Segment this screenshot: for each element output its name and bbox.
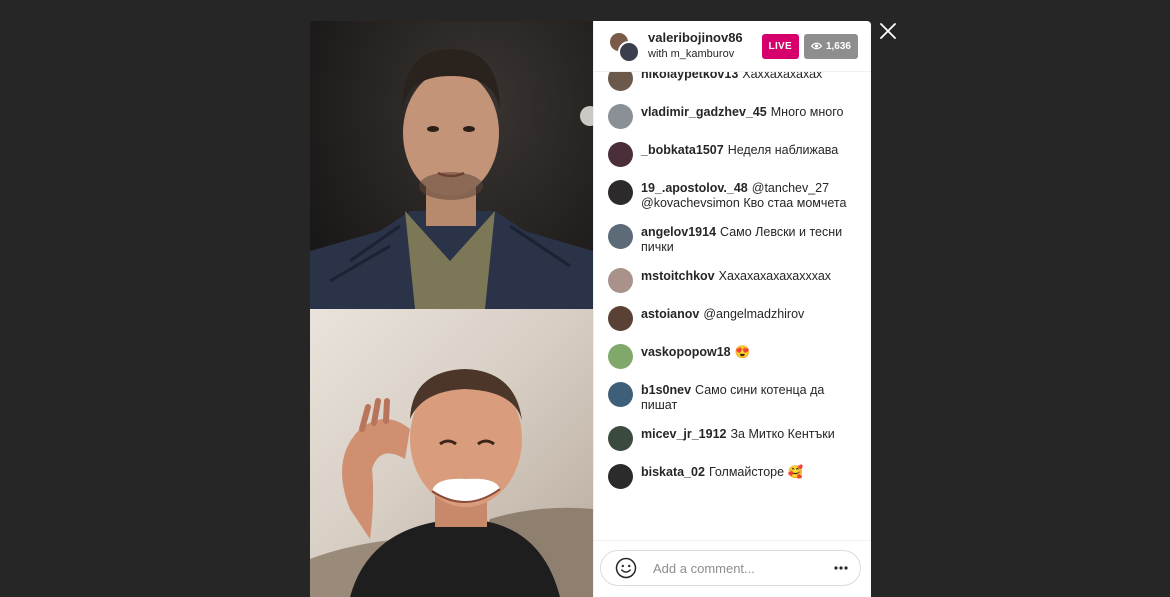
- host-video: [310, 21, 593, 309]
- comment-input[interactable]: [651, 559, 834, 577]
- comment-body: vladimir_gadzhev_45 Много много: [641, 104, 856, 120]
- comment-text: Хаххахахахах: [742, 72, 823, 81]
- comment-username[interactable]: 19_.apostolov._48: [641, 181, 748, 195]
- host-info: valeribojinov86 with m_kamburov: [648, 30, 762, 61]
- comment-item: micev_jr_1912 За Митко Кентъки: [608, 426, 857, 451]
- commenter-avatar[interactable]: [608, 464, 633, 489]
- with-guest-text[interactable]: with m_kamburov: [648, 48, 762, 61]
- commenter-avatar[interactable]: [608, 142, 633, 167]
- comment-item: vaskopopow18 😍: [608, 344, 857, 369]
- comment-item: _bobkata1507 Неделя наближава: [608, 142, 857, 167]
- comment-body: nikolaypetkov13 Хаххахахахах: [641, 72, 856, 82]
- comment-text: За Митко Кентъки: [730, 427, 835, 441]
- comment-text: Неделя наближава: [727, 143, 839, 157]
- comment-item: vladimir_gadzhev_45 Много много: [608, 104, 857, 129]
- comment-body: vaskopopow18 😍: [641, 344, 856, 360]
- comment-item: b1s0nev Само сини котенца да пишат: [608, 382, 857, 413]
- commenter-avatar[interactable]: [608, 180, 633, 205]
- commenter-avatar[interactable]: [608, 306, 633, 331]
- comment-username[interactable]: angelov1914: [641, 225, 716, 239]
- host-video-frame: [310, 49, 593, 309]
- comment-box: [600, 550, 861, 586]
- comment-text: Голмайсторе 🥰: [708, 465, 804, 479]
- live-modal: valeribojinov86 with m_kamburov LIVE 1,6…: [310, 21, 871, 597]
- more-options-icon[interactable]: [834, 566, 848, 570]
- host-avatar-secondary: [618, 41, 640, 63]
- commenter-avatar[interactable]: [608, 224, 633, 249]
- comment-text: Хахахахахахахххах: [718, 269, 832, 283]
- eye-icon: [810, 42, 822, 50]
- comment-body: biskata_02 Голмайсторе 🥰: [641, 464, 856, 480]
- video-area: [310, 21, 593, 597]
- live-badge: LIVE: [761, 33, 799, 59]
- commenter-avatar[interactable]: [608, 426, 633, 451]
- smiley-face-icon[interactable]: [615, 557, 637, 579]
- host-username[interactable]: valeribojinov86: [648, 30, 762, 46]
- comment-item: biskata_02 Голмайсторе 🥰: [608, 464, 857, 489]
- comment-body: mstoitchkov Хахахахахахахххах: [641, 268, 856, 284]
- viewer-count-badge[interactable]: 1,636: [803, 33, 858, 59]
- comment-body: angelov1914 Само Левски и тесни пички: [641, 224, 856, 255]
- guest-video-frame: [310, 369, 593, 597]
- comment-username[interactable]: vaskopopow18: [641, 345, 731, 359]
- comment-item: 19_.apostolov._48 @tanchev_27 @kovachevsi…: [608, 180, 857, 211]
- commenter-avatar[interactable]: [608, 344, 633, 369]
- comment-body: astoianov @angelmadzhirov: [641, 306, 856, 322]
- comment-text: Много много: [770, 105, 844, 119]
- comment-body: micev_jr_1912 За Митко Кентъки: [641, 426, 856, 442]
- comment-username[interactable]: micev_jr_1912: [641, 427, 727, 441]
- comment-composer: [594, 540, 871, 597]
- comment-username[interactable]: _bobkata1507: [641, 143, 724, 157]
- commenter-avatar[interactable]: [608, 104, 633, 129]
- comment-body: b1s0nev Само сини котенца да пишат: [641, 382, 856, 413]
- live-header: valeribojinov86 with m_kamburov LIVE 1,6…: [594, 21, 871, 72]
- comment-body: 19_.apostolov._48 @tanchev_27 @kovachevsi…: [641, 180, 856, 211]
- comment-item: mstoitchkov Хахахахахахахххах: [608, 268, 857, 293]
- comment-text: 😍: [734, 345, 751, 359]
- commenter-avatar[interactable]: [608, 268, 633, 293]
- comment-username[interactable]: astoianov: [641, 307, 699, 321]
- comment-body: _bobkata1507 Неделя наближава: [641, 142, 856, 158]
- comments-list[interactable]: nikolaypetkov13 Хаххахахахах vladimir_gadz…: [594, 72, 871, 540]
- viewer-count: 1,636: [825, 40, 851, 52]
- comment-username[interactable]: biskata_02: [641, 465, 705, 479]
- comment-text: @angelmadzhirov: [703, 307, 805, 321]
- commenter-avatar[interactable]: [608, 382, 633, 407]
- comment-item: astoianov @angelmadzhirov: [608, 306, 857, 331]
- comment-username[interactable]: b1s0nev: [641, 383, 691, 397]
- comment-username[interactable]: vladimir_gadzhev_45: [641, 105, 767, 119]
- comment-item: angelov1914 Само Левски и тесни пички: [608, 224, 857, 255]
- comment-username[interactable]: nikolaypetkov13: [641, 72, 738, 81]
- comment-item: nikolaypetkov13 Хаххахахахах: [608, 72, 857, 91]
- guest-video: [310, 309, 593, 597]
- host-avatar[interactable]: [608, 31, 640, 63]
- close-icon[interactable]: [878, 21, 898, 41]
- commenter-avatar[interactable]: [608, 72, 633, 91]
- live-side-panel: valeribojinov86 with m_kamburov LIVE 1,6…: [593, 21, 871, 597]
- comment-username[interactable]: mstoitchkov: [641, 269, 715, 283]
